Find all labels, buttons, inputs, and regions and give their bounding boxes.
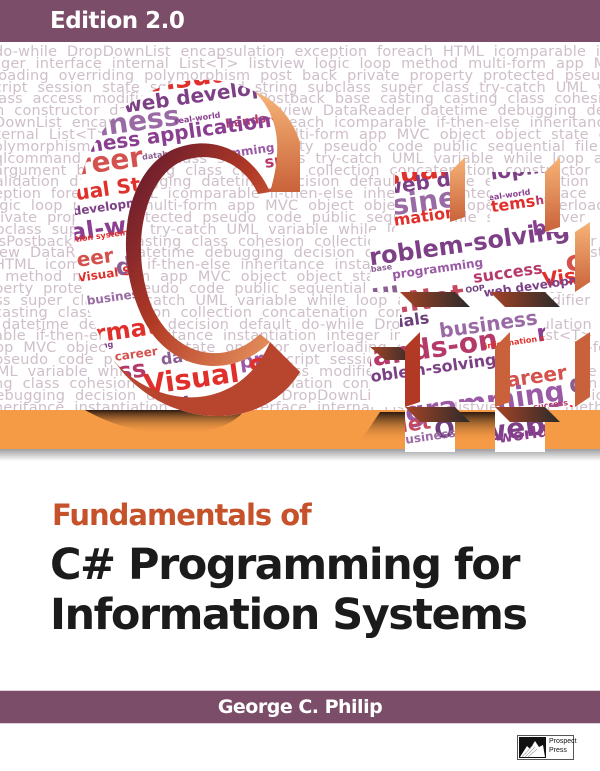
author-band: George C. Philip <box>0 690 600 724</box>
word-cloud-term: GUI <box>40 92 57 103</box>
mountain-icon <box>519 737 546 758</box>
word-cloud-term: OOP <box>350 171 391 195</box>
word-cloud-term: GUI <box>171 267 205 290</box>
word-cloud-term: problem-solving <box>40 43 114 62</box>
word-cloud-term: .Net <box>58 397 88 415</box>
word-cloud-term: success <box>40 354 148 396</box>
book-title-line-1: C# Programming for <box>50 540 521 590</box>
publisher-logo: Prospect Press <box>517 735 577 760</box>
book-subtitle: Fundamentals of <box>52 498 312 532</box>
word-cloud-term: .Net <box>58 90 88 108</box>
word-cloud-term: Tutorials <box>560 161 600 205</box>
word-cloud-term: .Net <box>583 159 600 177</box>
word-cloud-term: hands-on <box>552 419 600 457</box>
word-cloud-term: database <box>159 42 244 72</box>
word-cloud-term: OOP <box>253 264 315 300</box>
word-cloud-term: GUI <box>565 161 582 172</box>
publisher-name: Prospect Press <box>549 737 577 755</box>
word-cloud-term: GUI <box>40 399 57 410</box>
word-cloud-term: .Net <box>203 264 254 294</box>
publisher-line-2: Press <box>549 747 567 754</box>
publisher-line-1: Prospect <box>549 738 577 745</box>
word-cloud-term: Tutorials <box>300 79 420 123</box>
word-cloud-term: real-world <box>146 281 240 313</box>
word-cloud-term: business <box>236 195 337 233</box>
book-title-line-2: Information Systems <box>50 590 528 640</box>
word-cloud-term: OOP <box>310 183 331 195</box>
word-cloud-term: GUI <box>350 280 402 314</box>
csharp-logo-art: problem-solving career databaseprogramming… <box>40 42 600 457</box>
top-band: Edition 2.0 <box>0 0 600 42</box>
word-cloud-term: career <box>114 47 159 67</box>
word-cloud-term: GUI <box>195 180 247 214</box>
edition-label: Edition 2.0 <box>50 8 185 34</box>
word-cloud-term: success <box>40 266 76 280</box>
word-cloud-term: business application <box>132 221 271 254</box>
word-cloud-term: hands-on <box>242 279 349 317</box>
word-cloud-term: information systems <box>284 91 470 136</box>
word-cloud-term: problem-solving <box>40 340 114 359</box>
word-cloud-term: Tutorials <box>40 289 80 303</box>
word-cloud-term: Tutorials <box>149 198 229 228</box>
word-cloud-term: programming <box>238 42 393 77</box>
word-cloud-term: success <box>40 52 148 94</box>
word-cloud-term: hands-on <box>183 203 332 256</box>
word-cloud-term: hands-on <box>224 420 288 443</box>
author-name: George C. Philip <box>217 696 383 718</box>
